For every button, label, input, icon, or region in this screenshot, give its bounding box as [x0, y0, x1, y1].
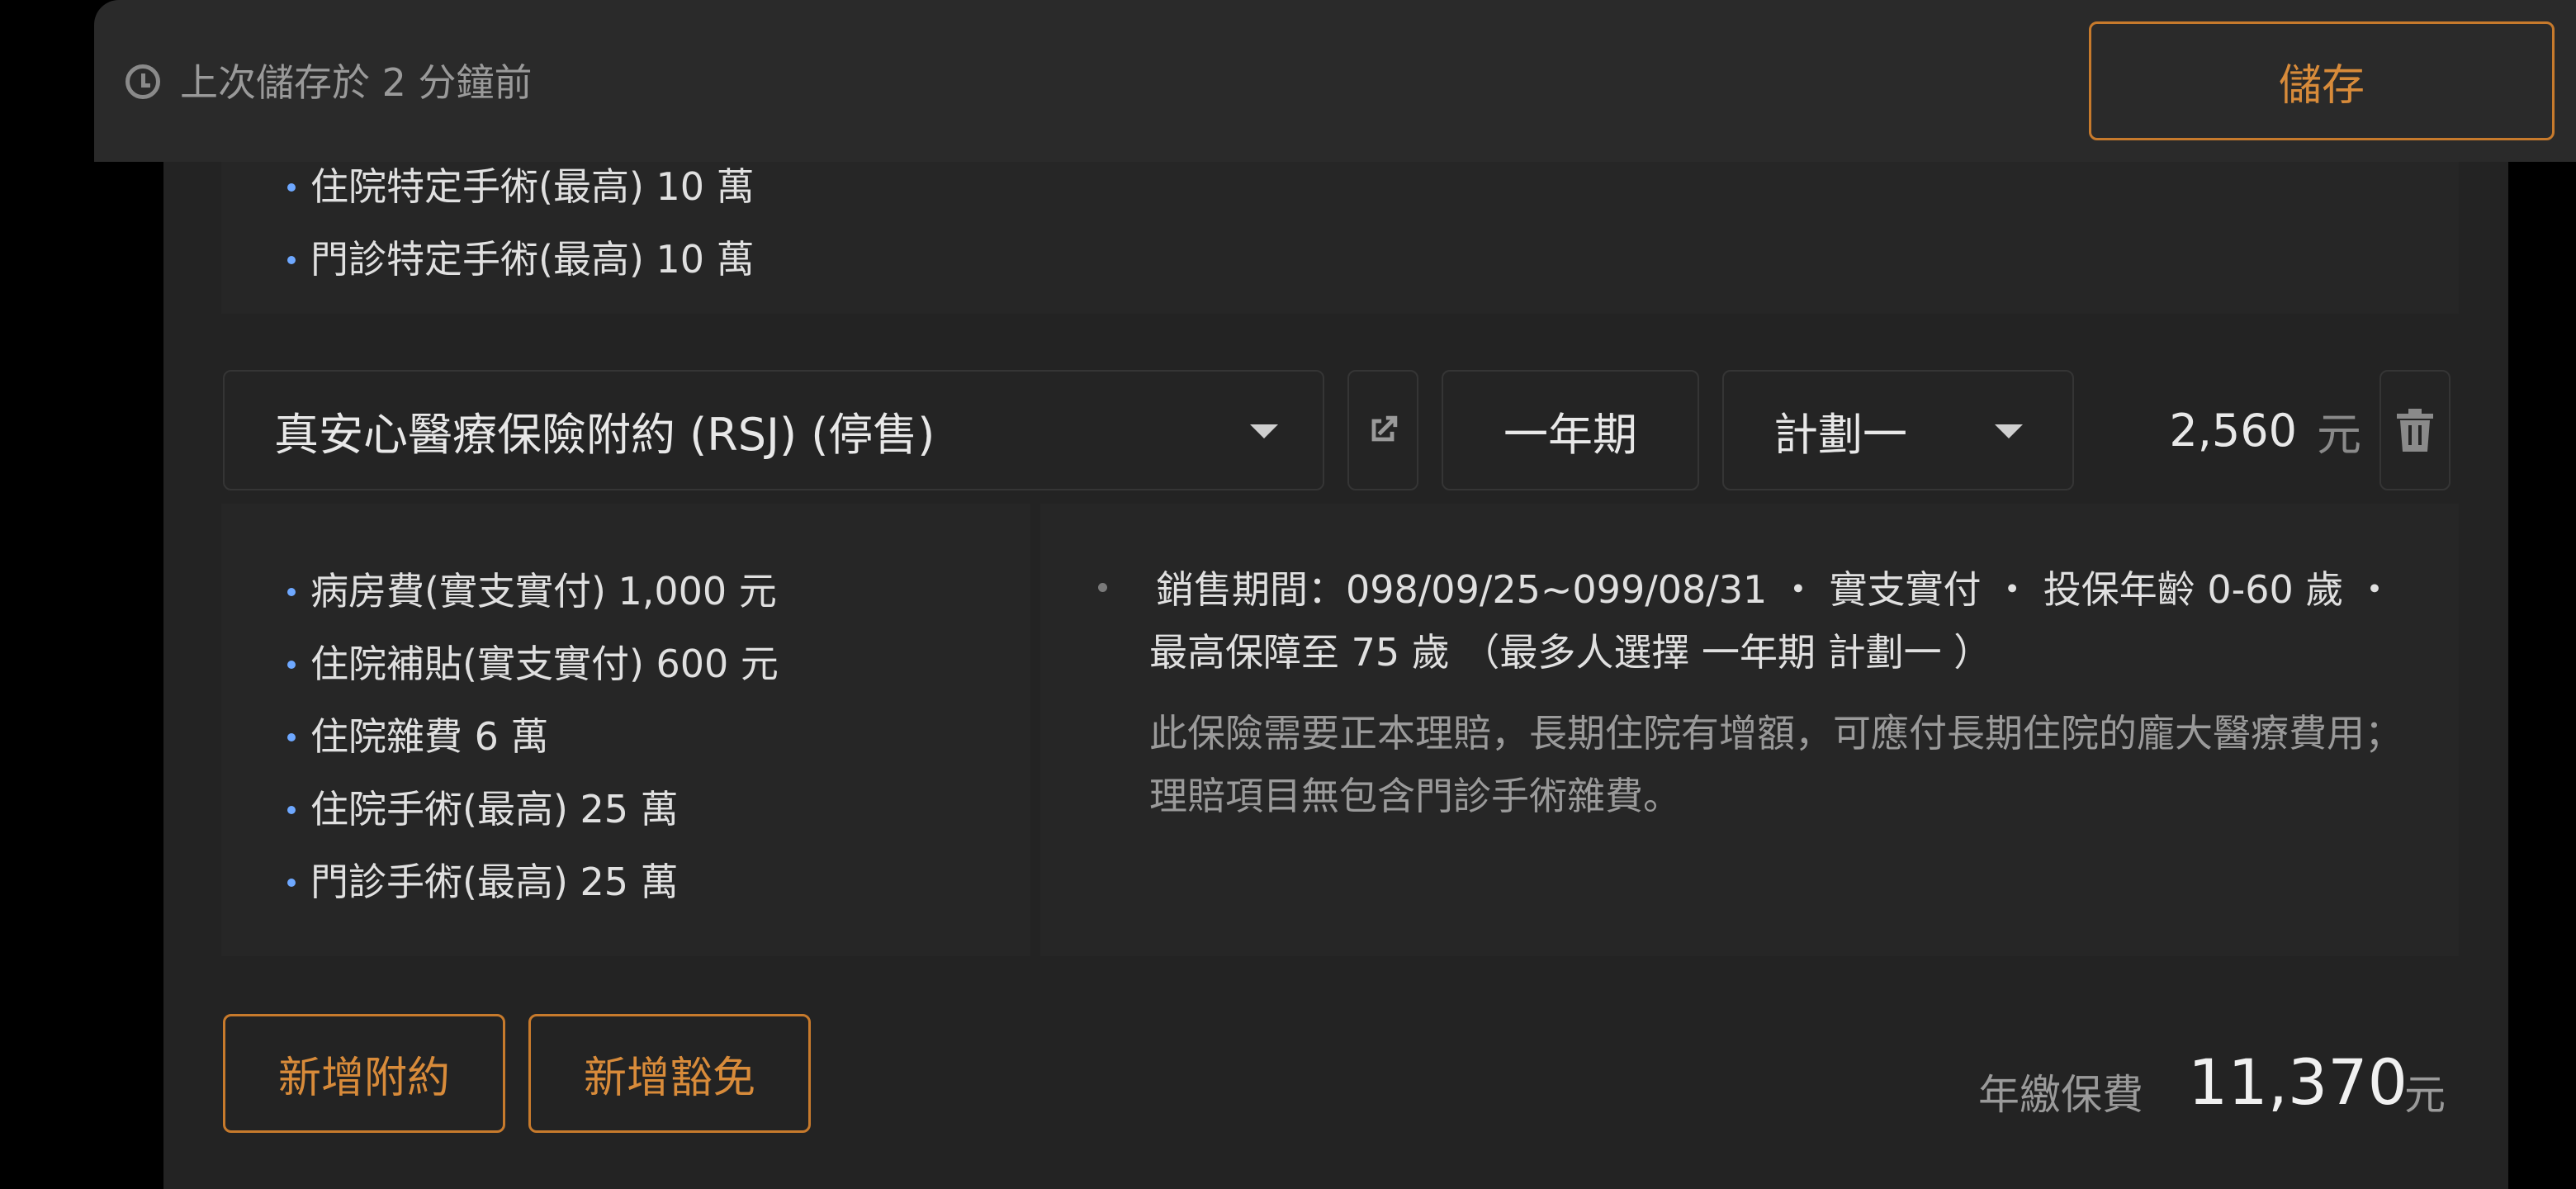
- bullet-dot: [1098, 583, 1107, 592]
- caret-down-icon: [1250, 424, 1278, 438]
- term-value: 一年期: [1503, 408, 1637, 461]
- caret-down-icon: [1995, 424, 2023, 438]
- trash-icon: [2397, 409, 2433, 452]
- add-waiver-button[interactable]: 新增豁免: [528, 1014, 811, 1133]
- list-item: 門診特定手術(最高) 10 萬: [281, 223, 755, 296]
- app-screen: 住院特定手術(最高) 10 萬 門診特定手術(最高) 10 萬 真安心醫療保險附…: [0, 0, 2576, 1189]
- rider-info-line-2: 最高保障至 75 歲 （最多人選擇 一年期 計劃一 ）: [1149, 630, 1992, 675]
- annual-premium-label: 年繳保費: [1978, 1071, 2143, 1119]
- previous-rider-coverage-list: 住院特定手術(最高) 10 萬 門診特定手術(最高) 10 萬: [281, 150, 755, 296]
- list-item: 住院補貼(實支實付) 600 元: [281, 628, 779, 700]
- rider-select[interactable]: 真安心醫療保險附約 (RSJ) (停售): [223, 370, 1324, 490]
- list-item: 住院手術(最高) 25 萬: [281, 773, 779, 846]
- rider-coverage-list: 病房費(實支實付) 1,000 元 住院補貼(實支實付) 600 元 住院雜費 …: [281, 555, 779, 918]
- premium-value: 2,560: [2169, 404, 2297, 457]
- open-rider-detail-button[interactable]: [1347, 370, 1418, 490]
- rider-premium: 2,560 元: [2114, 370, 2361, 490]
- annual-premium-value: 11,370: [2188, 1045, 2408, 1119]
- plan-value: 計劃一: [1773, 408, 1907, 461]
- term-field[interactable]: 一年期: [1442, 370, 1699, 490]
- annual-premium-unit: 元: [2404, 1071, 2446, 1119]
- plan-select[interactable]: 計劃一: [1722, 370, 2074, 490]
- list-item: 門診手術(最高) 25 萬: [281, 846, 779, 918]
- rider-info-line-1: 銷售期間：098/09/25~099/08/31 ・ 實支實付 ・ 投保年齡 0…: [1156, 567, 2394, 612]
- rider-note: 此保險需要正本理賠，長期住院有增額，可應付長期住院的龐大醫療費用；理賠項目無包含…: [1149, 711, 2403, 818]
- last-saved-status: 上次儲存於 2 分鐘前: [180, 60, 533, 105]
- delete-rider-button[interactable]: [2379, 370, 2451, 490]
- rider-name: 真安心醫療保險附約 (RSJ) (停售): [274, 408, 935, 461]
- external-link-icon: [1371, 415, 1398, 442]
- list-item: 住院雜費 6 萬: [281, 700, 779, 773]
- add-rider-button[interactable]: 新增附約: [223, 1014, 505, 1133]
- premium-unit: 元: [2317, 408, 2361, 461]
- list-item: 病房費(實支實付) 1,000 元: [281, 555, 779, 628]
- save-button[interactable]: 儲存: [2089, 21, 2555, 140]
- clock-icon: [125, 64, 160, 99]
